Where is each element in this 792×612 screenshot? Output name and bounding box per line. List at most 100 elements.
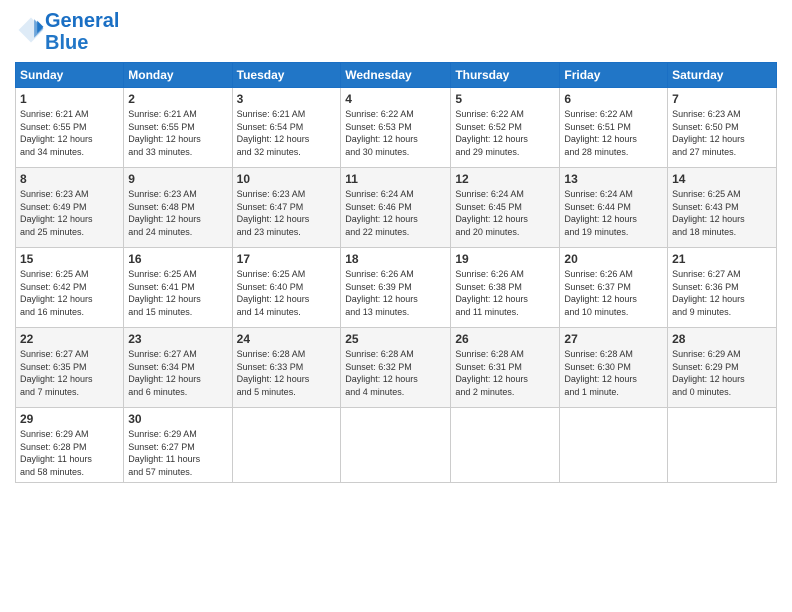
day-number: 10 bbox=[237, 172, 337, 186]
day-info: Sunrise: 6:28 AM Sunset: 6:31 PM Dayligh… bbox=[455, 348, 555, 398]
day-cell: 1 Sunrise: 6:21 AM Sunset: 6:55 PM Daylig… bbox=[16, 88, 124, 168]
day-info: Sunrise: 6:23 AM Sunset: 6:48 PM Dayligh… bbox=[128, 188, 227, 238]
logo-icon bbox=[17, 16, 45, 44]
day-number: 16 bbox=[128, 252, 227, 266]
day-number: 5 bbox=[455, 92, 555, 106]
day-info: Sunrise: 6:27 AM Sunset: 6:35 PM Dayligh… bbox=[20, 348, 119, 398]
day-info: Sunrise: 6:21 AM Sunset: 6:55 PM Dayligh… bbox=[20, 108, 119, 158]
day-info: Sunrise: 6:23 AM Sunset: 6:50 PM Dayligh… bbox=[672, 108, 772, 158]
header: General Blue bbox=[15, 10, 777, 54]
weekday-header-tuesday: Tuesday bbox=[232, 63, 341, 88]
day-cell: 28 Sunrise: 6:29 AM Sunset: 6:29 PM Dayli… bbox=[668, 328, 777, 408]
day-cell bbox=[560, 408, 668, 483]
day-info: Sunrise: 6:28 AM Sunset: 6:32 PM Dayligh… bbox=[345, 348, 446, 398]
weekday-header-monday: Monday bbox=[124, 63, 232, 88]
day-number: 2 bbox=[128, 92, 227, 106]
weekday-header-row: SundayMondayTuesdayWednesdayThursdayFrid… bbox=[16, 63, 777, 88]
day-cell: 25Sunrise: 6:28 AM Sunset: 6:32 PM Dayli… bbox=[341, 328, 451, 408]
logo: General Blue bbox=[15, 10, 119, 54]
day-info: Sunrise: 6:22 AM Sunset: 6:51 PM Dayligh… bbox=[564, 108, 663, 158]
day-number: 17 bbox=[237, 252, 337, 266]
day-info: Sunrise: 6:29 AM Sunset: 6:29 PM Dayligh… bbox=[672, 348, 772, 398]
day-info: Sunrise: 6:25 AM Sunset: 6:42 PM Dayligh… bbox=[20, 268, 119, 318]
day-cell: 3Sunrise: 6:21 AM Sunset: 6:54 PM Daylig… bbox=[232, 88, 341, 168]
day-number: 13 bbox=[564, 172, 663, 186]
day-number: 24 bbox=[237, 332, 337, 346]
day-info: Sunrise: 6:29 AM Sunset: 6:27 PM Dayligh… bbox=[128, 428, 227, 478]
day-info: Sunrise: 6:23 AM Sunset: 6:47 PM Dayligh… bbox=[237, 188, 337, 238]
day-info: Sunrise: 6:22 AM Sunset: 6:53 PM Dayligh… bbox=[345, 108, 446, 158]
day-info: Sunrise: 6:28 AM Sunset: 6:30 PM Dayligh… bbox=[564, 348, 663, 398]
day-number: 26 bbox=[455, 332, 555, 346]
day-info: Sunrise: 6:25 AM Sunset: 6:40 PM Dayligh… bbox=[237, 268, 337, 318]
day-cell: 10 Sunrise: 6:23 AM Sunset: 6:47 PM Dayli… bbox=[232, 168, 341, 248]
day-info: Sunrise: 6:21 AM Sunset: 6:55 PM Dayligh… bbox=[128, 108, 227, 158]
weekday-header-friday: Friday bbox=[560, 63, 668, 88]
week-row-2: 8 Sunrise: 6:23 AM Sunset: 6:49 PM Daylig… bbox=[16, 168, 777, 248]
day-cell: 4 Sunrise: 6:22 AM Sunset: 6:53 PM Daylig… bbox=[341, 88, 451, 168]
day-number: 27 bbox=[564, 332, 663, 346]
day-cell: 13Sunrise: 6:24 AM Sunset: 6:44 PM Dayli… bbox=[560, 168, 668, 248]
day-number: 20 bbox=[564, 252, 663, 266]
calendar-table: SundayMondayTuesdayWednesdayThursdayFrid… bbox=[15, 62, 777, 483]
day-cell: 30 Sunrise: 6:29 AM Sunset: 6:27 PM Dayli… bbox=[124, 408, 232, 483]
day-cell: 19 Sunrise: 6:26 AM Sunset: 6:38 PM Dayli… bbox=[451, 248, 560, 328]
day-cell: 6 Sunrise: 6:22 AM Sunset: 6:51 PM Daylig… bbox=[560, 88, 668, 168]
weekday-header-saturday: Saturday bbox=[668, 63, 777, 88]
day-number: 9 bbox=[128, 172, 227, 186]
day-info: Sunrise: 6:23 AM Sunset: 6:49 PM Dayligh… bbox=[20, 188, 119, 238]
day-info: Sunrise: 6:25 AM Sunset: 6:43 PM Dayligh… bbox=[672, 188, 772, 238]
day-cell: 22 Sunrise: 6:27 AM Sunset: 6:35 PM Dayli… bbox=[16, 328, 124, 408]
day-number: 4 bbox=[345, 92, 446, 106]
day-cell: 23 Sunrise: 6:27 AM Sunset: 6:34 PM Dayli… bbox=[124, 328, 232, 408]
day-number: 12 bbox=[455, 172, 555, 186]
day-info: Sunrise: 6:26 AM Sunset: 6:39 PM Dayligh… bbox=[345, 268, 446, 318]
day-info: Sunrise: 6:26 AM Sunset: 6:38 PM Dayligh… bbox=[455, 268, 555, 318]
day-info: Sunrise: 6:28 AM Sunset: 6:33 PM Dayligh… bbox=[237, 348, 337, 398]
day-number: 1 bbox=[20, 92, 119, 106]
day-number: 19 bbox=[455, 252, 555, 266]
day-cell: 7 Sunrise: 6:23 AM Sunset: 6:50 PM Daylig… bbox=[668, 88, 777, 168]
day-number: 6 bbox=[564, 92, 663, 106]
day-cell: 9 Sunrise: 6:23 AM Sunset: 6:48 PM Daylig… bbox=[124, 168, 232, 248]
day-cell: 5 Sunrise: 6:22 AM Sunset: 6:52 PM Daylig… bbox=[451, 88, 560, 168]
day-cell: 18 Sunrise: 6:26 AM Sunset: 6:39 PM Dayli… bbox=[341, 248, 451, 328]
day-cell: 12 Sunrise: 6:24 AM Sunset: 6:45 PM Dayli… bbox=[451, 168, 560, 248]
weekday-header-sunday: Sunday bbox=[16, 63, 124, 88]
day-number: 8 bbox=[20, 172, 119, 186]
day-number: 11 bbox=[345, 172, 446, 186]
week-row-1: 1 Sunrise: 6:21 AM Sunset: 6:55 PM Daylig… bbox=[16, 88, 777, 168]
day-cell: 27 Sunrise: 6:28 AM Sunset: 6:30 PM Dayli… bbox=[560, 328, 668, 408]
day-info: Sunrise: 6:26 AM Sunset: 6:37 PM Dayligh… bbox=[564, 268, 663, 318]
day-info: Sunrise: 6:21 AM Sunset: 6:54 PM Dayligh… bbox=[237, 108, 337, 158]
day-cell: 14 Sunrise: 6:25 AM Sunset: 6:43 PM Dayli… bbox=[668, 168, 777, 248]
day-info: Sunrise: 6:22 AM Sunset: 6:52 PM Dayligh… bbox=[455, 108, 555, 158]
day-info: Sunrise: 6:27 AM Sunset: 6:36 PM Dayligh… bbox=[672, 268, 772, 318]
day-cell: 24 Sunrise: 6:28 AM Sunset: 6:33 PM Dayli… bbox=[232, 328, 341, 408]
day-number: 14 bbox=[672, 172, 772, 186]
day-cell bbox=[451, 408, 560, 483]
day-info: Sunrise: 6:29 AM Sunset: 6:28 PM Dayligh… bbox=[20, 428, 119, 478]
day-cell: 29Sunrise: 6:29 AM Sunset: 6:28 PM Dayli… bbox=[16, 408, 124, 483]
day-number: 22 bbox=[20, 332, 119, 346]
weekday-header-wednesday: Wednesday bbox=[341, 63, 451, 88]
day-number: 30 bbox=[128, 412, 227, 426]
day-cell bbox=[341, 408, 451, 483]
day-cell bbox=[232, 408, 341, 483]
day-number: 18 bbox=[345, 252, 446, 266]
logo-blue: Blue bbox=[45, 32, 88, 54]
day-info: Sunrise: 6:27 AM Sunset: 6:34 PM Dayligh… bbox=[128, 348, 227, 398]
day-cell: 26 Sunrise: 6:28 AM Sunset: 6:31 PM Dayli… bbox=[451, 328, 560, 408]
day-number: 7 bbox=[672, 92, 772, 106]
day-cell: 11 Sunrise: 6:24 AM Sunset: 6:46 PM Dayli… bbox=[341, 168, 451, 248]
day-number: 23 bbox=[128, 332, 227, 346]
day-info: Sunrise: 6:24 AM Sunset: 6:45 PM Dayligh… bbox=[455, 188, 555, 238]
day-number: 28 bbox=[672, 332, 772, 346]
day-cell: 15Sunrise: 6:25 AM Sunset: 6:42 PM Dayli… bbox=[16, 248, 124, 328]
page: General Blue SundayMondayTuesdayWednesda… bbox=[0, 0, 792, 612]
week-row-4: 22 Sunrise: 6:27 AM Sunset: 6:35 PM Dayli… bbox=[16, 328, 777, 408]
day-info: Sunrise: 6:24 AM Sunset: 6:46 PM Dayligh… bbox=[345, 188, 446, 238]
day-cell: 2 Sunrise: 6:21 AM Sunset: 6:55 PM Daylig… bbox=[124, 88, 232, 168]
week-row-5: 29Sunrise: 6:29 AM Sunset: 6:28 PM Dayli… bbox=[16, 408, 777, 483]
day-cell: 8 Sunrise: 6:23 AM Sunset: 6:49 PM Daylig… bbox=[16, 168, 124, 248]
